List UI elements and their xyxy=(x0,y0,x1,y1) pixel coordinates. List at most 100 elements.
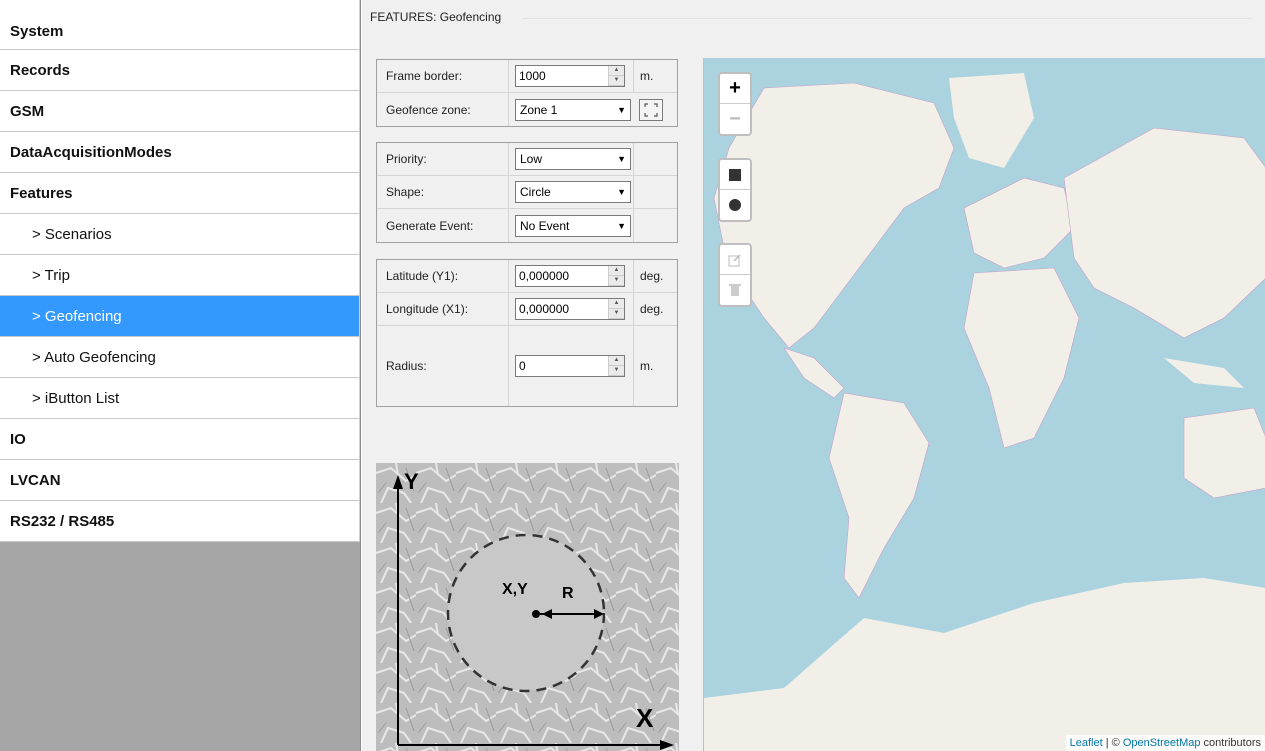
priority-unit xyxy=(634,143,677,175)
longitude-unit: deg. xyxy=(640,302,664,316)
generate-event-select[interactable]: No Event ▼ xyxy=(515,214,631,237)
radius-cell: 0 ▲ ▼ xyxy=(509,326,634,406)
longitude-row: Longitude (X1): 0,000000 ▲ ▼ deg. xyxy=(377,293,677,326)
latitude-input[interactable]: 0,000000 ▲ ▼ xyxy=(515,265,625,287)
sidebar: System Records GSM DataAcquisitionModes … xyxy=(0,0,361,751)
sidebar-item-records[interactable]: Records xyxy=(0,50,360,91)
latitude-value: 0,000000 xyxy=(519,269,570,283)
shape-cell: Circle ▼ xyxy=(509,176,634,208)
sidebar-item-label: > Geofencing xyxy=(32,307,122,325)
sidebar-item-label: Records xyxy=(10,61,71,79)
frame-border-unit: m. xyxy=(640,69,654,83)
longitude-cell: 0,000000 ▲ ▼ xyxy=(509,293,634,325)
trash-icon[interactable] xyxy=(720,275,750,305)
geofence-zone-select[interactable]: Zone 1 ▼ xyxy=(515,98,631,121)
draw-toolbar xyxy=(718,158,752,222)
zoom-out-button[interactable]: − xyxy=(720,104,750,134)
map-attribution: Leaflet | © OpenStreetMap contributors xyxy=(1065,735,1265,751)
latitude-unit: deg. xyxy=(640,269,664,283)
sidebar-item-label: > Auto Geofencing xyxy=(32,348,156,366)
latitude-label: Latitude (Y1): xyxy=(377,260,509,292)
radius-row: Radius: 0 ▲ ▼ m. xyxy=(377,326,677,406)
shape-value: Circle xyxy=(520,185,551,199)
geofence-zone-row: Geofence zone: Zone 1 ▼ xyxy=(377,93,677,126)
longitude-label: Longitude (X1): xyxy=(377,293,509,325)
spinner-icon[interactable]: ▲ ▼ xyxy=(608,266,624,286)
sidebar-item-lvcan[interactable]: LVCAN xyxy=(0,460,360,501)
openstreetmap-link[interactable]: OpenStreetMap xyxy=(1123,737,1201,749)
generate-event-unit xyxy=(634,209,677,242)
sidebar-item-label: > iButton List xyxy=(32,389,120,407)
shape-label: Shape: xyxy=(377,176,509,208)
shape-select[interactable]: Circle ▼ xyxy=(515,181,631,203)
frame-border-value: 1000 xyxy=(519,69,546,83)
fit-bounds-icon[interactable] xyxy=(639,98,663,121)
frame-border-cell: 1000 ▲ ▼ xyxy=(509,60,634,92)
radius-input[interactable]: 0 ▲ ▼ xyxy=(515,355,625,377)
spinner-icon[interactable]: ▲ ▼ xyxy=(608,66,624,86)
main-panel: FEATURES: Geofencing Frame border: 1000 … xyxy=(362,0,1265,751)
latitude-row: Latitude (Y1): 0,000000 ▲ ▼ deg. xyxy=(377,260,677,293)
priority-label: Priority: xyxy=(377,143,509,175)
sidebar-item-label: Features xyxy=(10,184,73,202)
attribution-separator: | © xyxy=(1102,737,1123,749)
sidebar-item-label: DataAcquisitionModes xyxy=(10,143,172,161)
frame-group: Frame border: 1000 ▲ ▼ m. Geofence zone: … xyxy=(376,59,678,127)
sidebar-item-label: GSM xyxy=(10,102,45,120)
priority-row: Priority: Low ▼ xyxy=(377,143,677,176)
sidebar-item-gsm[interactable]: GSM xyxy=(0,91,360,132)
world-map[interactable]: + − Leaflet | © OpenStreetMap contributo… xyxy=(703,58,1265,751)
sidebar-item-rs232-rs485[interactable]: RS232 / RS485 xyxy=(0,501,360,542)
frame-border-row: Frame border: 1000 ▲ ▼ m. xyxy=(377,60,677,93)
sidebar-item-features[interactable]: Features xyxy=(0,173,360,214)
sidebar-item-label: RS232 / RS485 xyxy=(10,512,115,530)
edit-icon[interactable] xyxy=(720,245,750,275)
longitude-input[interactable]: 0,000000 ▲ ▼ xyxy=(515,298,625,320)
leaflet-link[interactable]: Leaflet xyxy=(1070,737,1103,749)
sidebar-item-geofencing[interactable]: > Geofencing xyxy=(0,296,360,337)
edit-toolbar xyxy=(718,243,752,307)
illustration-radius-label: R xyxy=(562,585,574,602)
sidebar-item-system[interactable]: System xyxy=(0,0,360,50)
coordinates-group: Latitude (Y1): 0,000000 ▲ ▼ deg. Longitud… xyxy=(376,259,678,407)
longitude-value: 0,000000 xyxy=(519,302,570,316)
sidebar-item-auto-geofencing[interactable]: > Auto Geofencing xyxy=(0,337,360,378)
sidebar-item-io[interactable]: IO xyxy=(0,419,360,460)
sidebar-item-label: IO xyxy=(10,430,26,448)
sidebar-item-label: > Trip xyxy=(32,266,70,284)
sidebar-item-ibutton-list[interactable]: > iButton List xyxy=(0,378,360,419)
latitude-cell: 0,000000 ▲ ▼ xyxy=(509,260,634,292)
shape-unit xyxy=(634,176,677,208)
sidebar-item-label: System xyxy=(10,23,64,40)
sidebar-item-scenarios[interactable]: > Scenarios xyxy=(0,214,360,255)
geofence-zone-label: Geofence zone: xyxy=(377,93,509,126)
sidebar-item-label: > Scenarios xyxy=(32,225,112,243)
sidebar-item-trip[interactable]: > Trip xyxy=(0,255,360,296)
spinner-icon[interactable]: ▲ ▼ xyxy=(608,356,624,376)
sidebar-item-label: LVCAN xyxy=(10,471,61,489)
chevron-down-icon: ▼ xyxy=(617,187,626,197)
circle-icon[interactable] xyxy=(720,190,750,220)
priority-cell: Low ▼ xyxy=(509,143,634,175)
chevron-down-icon: ▼ xyxy=(617,104,626,115)
illustration-y-label: Y xyxy=(404,469,419,494)
attribution-tail: contributors xyxy=(1200,737,1261,749)
illustration-center-label: X,Y xyxy=(502,581,528,598)
radius-value: 0 xyxy=(519,359,526,373)
frame-border-input[interactable]: 1000 ▲ ▼ xyxy=(515,65,625,87)
generate-event-label: Generate Event: xyxy=(377,209,509,242)
map-tiles xyxy=(704,58,1265,751)
spinner-icon[interactable]: ▲ ▼ xyxy=(608,299,624,319)
settings-group: Priority: Low ▼ Shape: Circle ▼ Generate… xyxy=(376,142,678,243)
zoom-in-button[interactable]: + xyxy=(720,74,750,104)
shape-row: Shape: Circle ▼ xyxy=(377,176,677,209)
zoom-control: + − xyxy=(718,72,752,136)
chevron-down-icon: ▼ xyxy=(617,154,626,164)
rectangle-icon[interactable] xyxy=(720,160,750,190)
sidebar-item-data-acquisition-modes[interactable]: DataAcquisitionModes xyxy=(0,132,360,173)
geofence-zone-cell: Zone 1 ▼ xyxy=(509,93,677,126)
priority-select[interactable]: Low ▼ xyxy=(515,148,631,170)
radius-label: Radius: xyxy=(377,326,509,406)
illustration-x-label: X xyxy=(636,703,654,733)
geofence-circle-illustration: Y X X,Y R xyxy=(376,463,679,751)
